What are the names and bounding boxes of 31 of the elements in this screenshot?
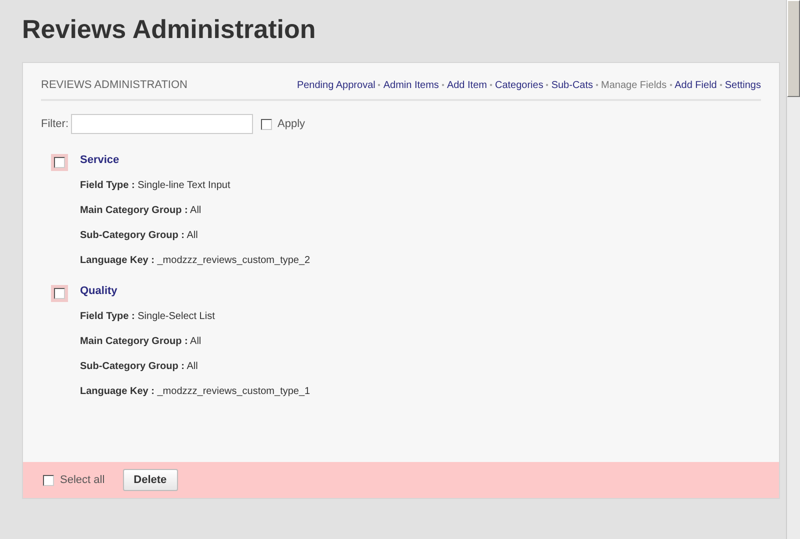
scrollbar[interactable] — [786, 0, 800, 539]
nav-link[interactable]: Sub-Cats — [551, 80, 594, 90]
field-property: Field Type : Single-line Text Input — [80, 180, 232, 191]
select-all-label: Select all — [60, 474, 105, 486]
filter-label: Filter: — [41, 118, 68, 130]
select-all-checkbox[interactable] — [43, 474, 54, 486]
field-name[interactable]: Service — [80, 154, 310, 166]
delete-button[interactable]: Delete — [122, 469, 178, 491]
nav-link[interactable]: Settings — [724, 80, 761, 90]
field-property: Language Key : _modzzz_reviews_custom_type_2 — [80, 255, 310, 266]
field-property: Main Category Group : All — [80, 205, 202, 216]
field-property: Main Category Group : All — [80, 336, 202, 347]
nav-link[interactable]: Manage Fields — [601, 80, 667, 90]
field-property: Language Key : _modzzz_reviews_custom_type_1 — [80, 386, 310, 397]
field-property: Field Type : Single-Select List — [80, 311, 216, 322]
apply-label: Apply — [278, 118, 306, 130]
nav-link[interactable]: Categories — [494, 80, 544, 90]
field-checkbox[interactable] — [54, 157, 65, 168]
field-property: Sub-Category Group : All — [80, 361, 199, 372]
panel-title: REVIEWS ADMINISTRATION — [41, 79, 188, 91]
scroll-thumb[interactable] — [787, 0, 800, 97]
field-checkbox[interactable] — [54, 288, 65, 299]
page-title: Reviews Administration — [22, 13, 316, 46]
nav-link[interactable]: Add Item — [446, 80, 487, 90]
nav-link[interactable]: Add Field — [674, 80, 717, 90]
filter-field[interactable] — [70, 114, 252, 134]
nav-link[interactable]: Admin Items — [383, 80, 439, 90]
field-name[interactable]: Quality — [80, 285, 310, 297]
apply-checkbox[interactable] — [260, 118, 272, 130]
nav-link[interactable]: Pending Approval — [296, 80, 376, 90]
field-property: Sub-Category Group : All — [80, 230, 199, 241]
